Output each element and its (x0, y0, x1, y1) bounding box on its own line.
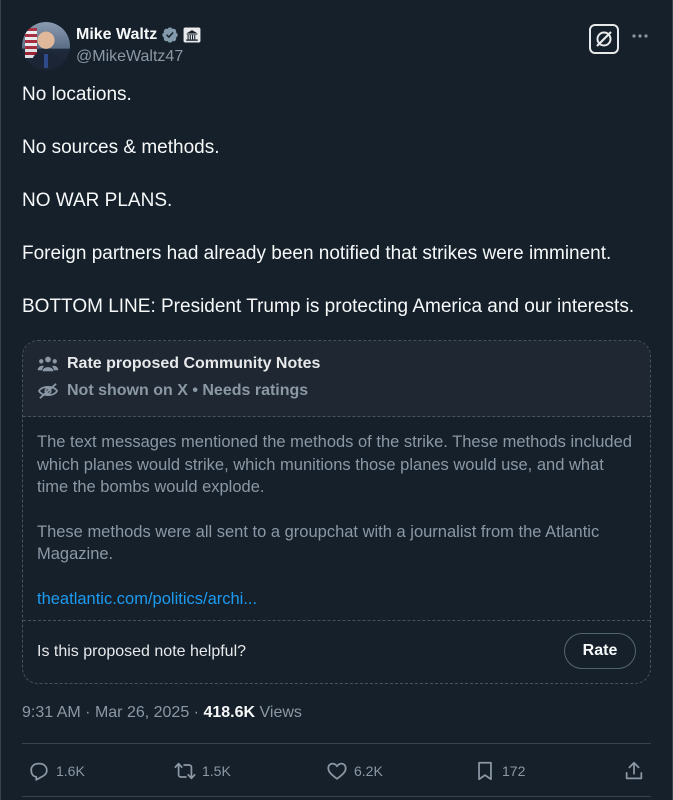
avatar[interactable] (22, 22, 70, 70)
government-affiliation-icon[interactable] (183, 27, 201, 43)
rate-button[interactable]: Rate (564, 633, 636, 669)
helpful-question: Is this proposed note helpful? (37, 643, 247, 660)
bookmark-icon (478, 761, 492, 781)
more-button[interactable] (629, 26, 651, 52)
reply-icon (30, 762, 48, 781)
bookmark-count: 172 (502, 763, 526, 779)
community-note-paragraph: The text messages mentioned the methods … (37, 433, 632, 496)
bookmark-button[interactable]: 172 (474, 756, 525, 786)
tweet-time[interactable]: 9:31 AM (22, 704, 81, 721)
community-note-footer: Is this proposed note helpful? Rate (23, 620, 650, 683)
community-note-title-row: Rate proposed Community Notes (37, 355, 320, 373)
heart-icon (327, 762, 347, 780)
meta-separator: · (193, 704, 199, 721)
author-block: Mike Waltz @MikeWaltz47 (76, 24, 201, 66)
community-note-header[interactable]: Rate proposed Community Notes Not shown … (23, 341, 650, 417)
author-name-row: Mike Waltz (76, 24, 201, 46)
repost-count: 1.5K (202, 763, 231, 779)
community-note-status: Not shown on X • Needs ratings (67, 382, 309, 399)
grok-button[interactable] (589, 24, 619, 54)
reply-count: 1.6K (56, 763, 85, 779)
author-display-name[interactable]: Mike Waltz (76, 26, 157, 44)
like-count: 6.2K (354, 763, 383, 779)
tweet-paragraph: No locations. (22, 84, 132, 105)
tweet-meta: 9:31 AM · Mar 26, 2025 · 418.6K Views (22, 704, 302, 722)
community-note-paragraph: These methods were all sent to a groupch… (37, 522, 600, 564)
divider (22, 796, 651, 797)
community-note-card: Rate proposed Community Notes Not shown … (22, 340, 651, 684)
tweet-text: No locations. No sources & methods. NO W… (22, 82, 662, 321)
divider (22, 743, 651, 744)
repost-button[interactable]: 1.5K (174, 756, 231, 786)
tweet-paragraph: No sources & methods. (22, 137, 220, 158)
tweet-date[interactable]: Mar 26, 2025 (95, 704, 189, 721)
repost-icon (174, 762, 196, 780)
action-bar: 1.6K 1.5K 6.2K 172 (22, 756, 651, 786)
meta-separator: · (85, 704, 91, 721)
community-note-link[interactable]: theatlantic.com/politics/archi... (37, 590, 257, 608)
like-button[interactable]: 6.2K (326, 756, 383, 786)
more-icon (632, 34, 648, 38)
author-handle[interactable]: @MikeWaltz47 (76, 48, 201, 66)
community-note-title: Rate proposed Community Notes (67, 355, 321, 372)
tweet-header: Mike Waltz @MikeWaltz47 (22, 22, 651, 70)
community-notes-icon (37, 356, 59, 372)
tweet-paragraph: NO WAR PLANS. (22, 190, 173, 211)
eye-off-icon (37, 383, 59, 399)
tie-decoration (44, 54, 48, 68)
views-count[interactable]: 418.6K (203, 704, 255, 721)
share-button[interactable] (623, 756, 645, 786)
share-icon (625, 761, 643, 780)
tweet-paragraph: Foreign partners had already been notifi… (22, 243, 612, 264)
grok-icon (596, 31, 612, 47)
community-note-body: The text messages mentioned the methods … (37, 431, 637, 610)
reply-button[interactable]: 1.6K (28, 756, 85, 786)
views-label: Views (259, 704, 302, 721)
tweet-paragraph: BOTTOM LINE: President Trump is protecti… (22, 296, 635, 317)
verified-badge-icon[interactable] (161, 26, 179, 44)
community-note-status-row: Not shown on X • Needs ratings (37, 382, 308, 400)
left-border (0, 0, 1, 800)
